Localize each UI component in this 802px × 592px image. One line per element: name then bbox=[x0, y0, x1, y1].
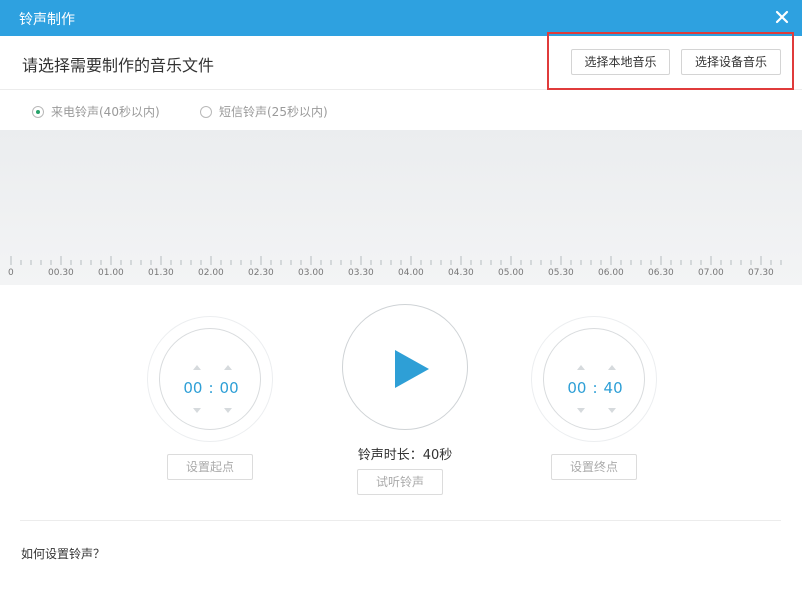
timeline-tick-label: 0 bbox=[8, 268, 14, 278]
timeline-tick-label: 00.30 bbox=[48, 268, 74, 278]
minute-up-icon[interactable] bbox=[193, 365, 201, 370]
minute-up-icon[interactable] bbox=[577, 365, 585, 370]
minute-down-icon[interactable] bbox=[577, 408, 585, 413]
timeline-tick-label: 05.00 bbox=[498, 268, 524, 278]
start-minutes[interactable]: 00 bbox=[183, 379, 202, 397]
timeline-tick-label: 06.00 bbox=[598, 268, 624, 278]
timeline-tick-label: 02.30 bbox=[248, 268, 274, 278]
end-minutes[interactable]: 00 bbox=[567, 379, 586, 397]
timeline-tick-label: 03.00 bbox=[298, 268, 324, 278]
timeline-tick-label: 02.00 bbox=[198, 268, 224, 278]
timeline-tick-label: 01.30 bbox=[148, 268, 174, 278]
radio-sms-ringtone[interactable]: 短信铃声(25秒以内) bbox=[200, 103, 328, 120]
window-title: 铃声制作 bbox=[19, 12, 75, 28]
timeline-tick-label: 04.30 bbox=[448, 268, 474, 278]
title-bar: 铃声制作 bbox=[0, 0, 802, 36]
footer-divider bbox=[20, 520, 781, 521]
ringtone-duration: 铃声时长：40秒 bbox=[357, 448, 453, 463]
start-time-display[interactable]: 00:00 bbox=[160, 379, 262, 397]
end-seconds[interactable]: 40 bbox=[604, 379, 623, 397]
second-up-icon[interactable] bbox=[224, 365, 232, 370]
start-time-ring: 00:00 bbox=[159, 328, 261, 430]
start-seconds[interactable]: 00 bbox=[220, 379, 239, 397]
time-separator: : bbox=[592, 379, 598, 397]
minute-down-icon[interactable] bbox=[193, 408, 201, 413]
preview-ringtone-button[interactable]: 试听铃声 bbox=[357, 469, 443, 495]
timeline-tick-label: 07.00 bbox=[698, 268, 724, 278]
ringtone-type-group: 来电铃声(40秒以内) 短信铃声(25秒以内) bbox=[0, 92, 802, 128]
how-to-set-ringtone-link[interactable]: 如何设置铃声？ bbox=[21, 545, 105, 562]
timeline-tick-label: 07.30 bbox=[748, 268, 774, 278]
play-icon bbox=[395, 350, 429, 388]
start-time-dial: 00:00 bbox=[147, 316, 273, 442]
radio-call-ringtone[interactable]: 来电铃声(40秒以内) bbox=[32, 103, 160, 120]
timeline-tick-label: 01.00 bbox=[98, 268, 124, 278]
second-down-icon[interactable] bbox=[224, 408, 232, 413]
radio-checked-icon bbox=[32, 105, 44, 118]
choose-local-music-button[interactable]: 选择本地音乐 bbox=[571, 49, 670, 75]
timeline-tick-label: 06.30 bbox=[648, 268, 674, 278]
timeline-tick-label: 05.30 bbox=[548, 268, 574, 278]
end-time-ring: 00:40 bbox=[543, 328, 645, 430]
timeline-tick-label: 04.00 bbox=[398, 268, 424, 278]
radio-label: 短信铃声(25秒以内) bbox=[219, 105, 328, 119]
time-separator: : bbox=[208, 379, 214, 397]
set-end-button[interactable]: 设置终点 bbox=[551, 454, 637, 480]
radio-label: 来电铃声(40秒以内) bbox=[51, 105, 160, 119]
set-start-button[interactable]: 设置起点 bbox=[167, 454, 253, 480]
close-icon[interactable] bbox=[771, 6, 793, 28]
second-up-icon[interactable] bbox=[608, 365, 616, 370]
end-time-dial: 00:40 bbox=[531, 316, 657, 442]
select-music-prompt: 请选择需要制作的音乐文件 bbox=[22, 56, 215, 75]
radio-unchecked-icon bbox=[200, 105, 212, 118]
end-time-display[interactable]: 00:40 bbox=[544, 379, 646, 397]
timeline-tick-label: 03.30 bbox=[348, 268, 374, 278]
play-button[interactable] bbox=[342, 304, 468, 430]
choose-device-music-button[interactable]: 选择设备音乐 bbox=[681, 49, 781, 75]
second-down-icon[interactable] bbox=[608, 408, 616, 413]
